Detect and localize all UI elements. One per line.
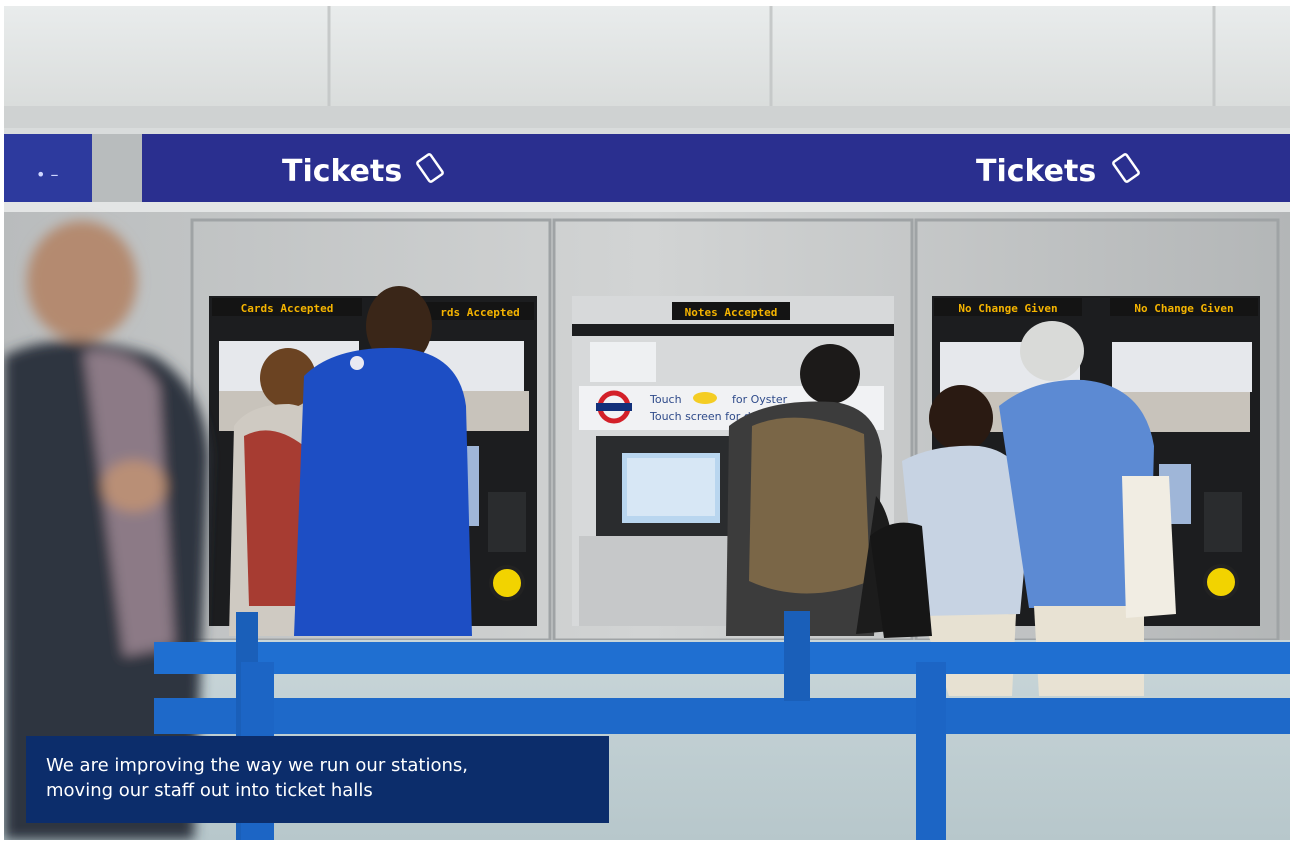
- ticket-hall-image: • – Tickets Tickets Cards Accepted rds A…: [4, 6, 1290, 840]
- caption-line-2: moving our staff out into ticket halls: [46, 780, 373, 801]
- display-cards-accepted: Cards Accepted: [241, 302, 334, 315]
- display-no-change-1: No Change Given: [958, 302, 1057, 315]
- display-cards-accepted-2: rds Accepted: [440, 306, 519, 319]
- caption-line-1: We are improving the way we run our stat…: [46, 755, 468, 776]
- tickets-sign-right: Tickets: [976, 154, 1096, 189]
- panel-for-oyster: for Oyster: [732, 393, 788, 406]
- display-notes-accepted: Notes Accepted: [685, 306, 778, 319]
- caption-box: We are improving the way we run our stat…: [26, 736, 609, 823]
- svg-text:• –: • –: [36, 165, 59, 184]
- tickets-sign-band: [4, 134, 1290, 202]
- tickets-sign-left: Tickets: [282, 154, 402, 189]
- station-photo: • – Tickets Tickets Cards Accepted rds A…: [4, 6, 1290, 840]
- panel-touch: Touch: [649, 393, 682, 406]
- display-no-change-2: No Change Given: [1134, 302, 1233, 315]
